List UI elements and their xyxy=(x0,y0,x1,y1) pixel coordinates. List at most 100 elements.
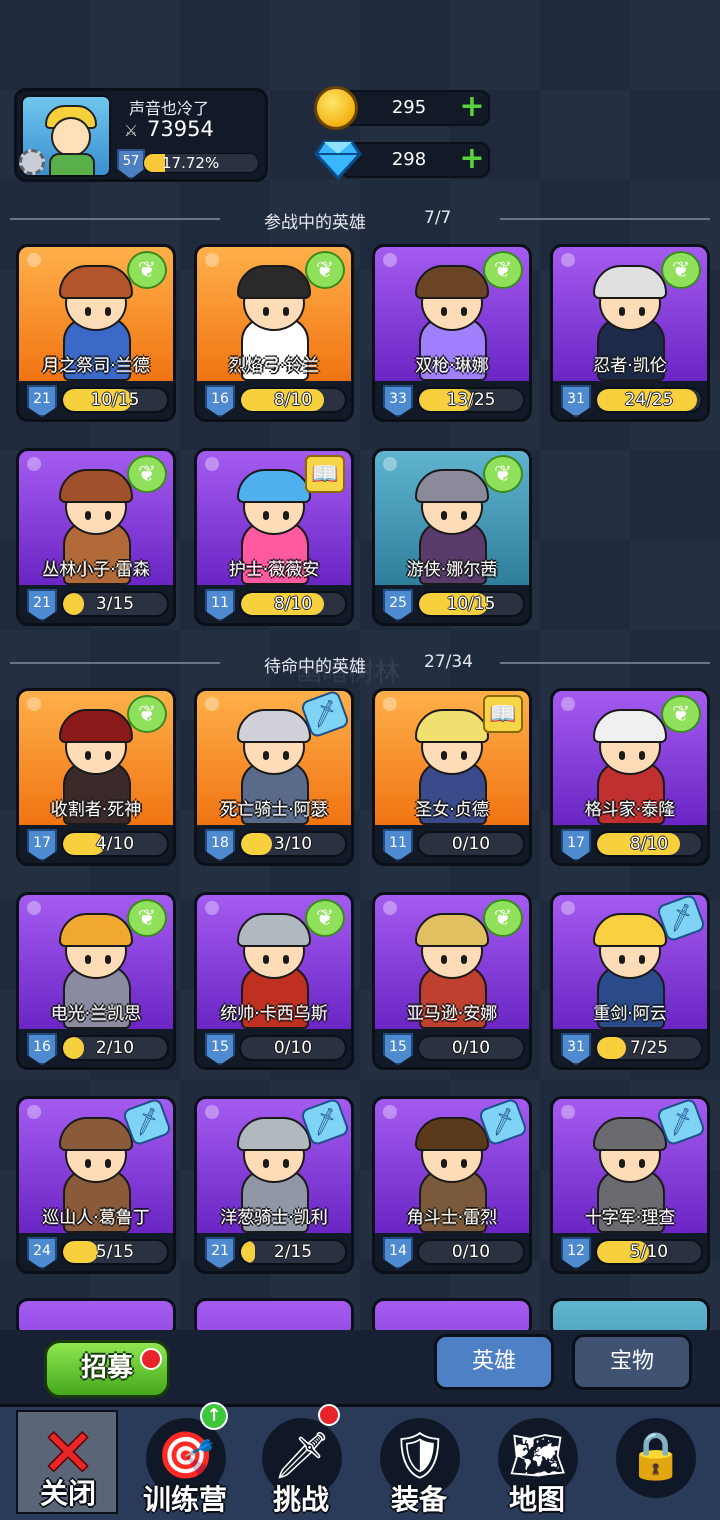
gold-amount: 295 xyxy=(391,97,427,118)
hero-name: 月之祭司·兰德 xyxy=(42,356,150,376)
hero-card[interactable]: 🗡 洋葱骑士·凯利 21 2/15 xyxy=(194,1096,354,1274)
hero-name: 丛林小子·雷森 xyxy=(42,560,150,580)
hero-level-badge: 18 xyxy=(205,829,235,861)
leaf-class-icon: ❦ xyxy=(305,251,345,289)
hero-level-badge: 21 xyxy=(27,385,57,417)
nav-close[interactable]: ✕ 关闭 xyxy=(16,1410,118,1514)
settings-gear-icon[interactable] xyxy=(19,149,45,175)
swords-icon: ⚔ xyxy=(123,121,139,140)
nav-locked[interactable]: 🔒 xyxy=(600,1410,710,1520)
hero-shard-count: 7/25 xyxy=(629,1038,669,1058)
hero-shard-count: 0/10 xyxy=(273,1038,313,1058)
hero-card[interactable]: 🗡 十字军·理查 12 5/10 xyxy=(550,1096,710,1274)
hero-name: 亚马逊·安娜 xyxy=(406,1004,498,1024)
add-gold-button[interactable]: + xyxy=(458,92,486,122)
nav-map-label: 地图 xyxy=(508,1483,565,1516)
hero-shard-progress: 8/10 xyxy=(239,591,347,617)
hero-shard-count: 0/10 xyxy=(451,1038,491,1058)
hero-shard-count: 4/10 xyxy=(95,834,135,854)
hero-level-badge: 16 xyxy=(27,1033,57,1065)
tab-treasure[interactable]: 宝物 xyxy=(572,1334,692,1390)
hero-level-badge: 15 xyxy=(205,1033,235,1065)
tab-heroes[interactable]: 英雄 xyxy=(434,1334,554,1390)
leaf-class-icon: ❦ xyxy=(305,899,345,937)
hero-level-badge: 31 xyxy=(561,1033,591,1065)
hero-level-badge: 21 xyxy=(205,1237,235,1269)
reserve-heroes-count: 27/34 xyxy=(424,652,473,672)
nav-map[interactable]: 🗺 地图 xyxy=(482,1410,592,1520)
hero-card[interactable]: ❦ 烈焰弓·铃兰 16 8/10 xyxy=(194,244,354,422)
upgrade-arrow-icon: ↑ xyxy=(200,1402,228,1430)
hero-shard-count: 0/10 xyxy=(451,834,491,854)
active-heroes-count: 7/7 xyxy=(424,208,452,228)
hero-shard-progress: 8/10 xyxy=(595,831,703,857)
hero-level-badge: 25 xyxy=(383,589,413,621)
hero-shard-count: 10/15 xyxy=(90,390,140,410)
hero-shard-progress: 5/10 xyxy=(595,1239,703,1265)
hero-card[interactable]: ❦ 统帅·卡西乌斯 15 0/10 xyxy=(194,892,354,1070)
leaf-class-icon: ❦ xyxy=(483,899,523,937)
hero-card[interactable]: ❦ 月之祭司·兰德 21 10/15 xyxy=(16,244,176,422)
nav-challenge-label: 挑战 xyxy=(272,1483,329,1516)
hero-level-badge: 21 xyxy=(27,589,57,621)
hero-card[interactable]: 📖 圣女·贞德 11 0/10 xyxy=(372,688,532,866)
leaf-class-icon: ❦ xyxy=(127,695,167,733)
area-watermark: 幽暗树林 xyxy=(296,658,401,688)
hero-name: 收割者·死神 xyxy=(50,800,142,820)
hero-shard-progress: 0/10 xyxy=(417,1035,525,1061)
gem-amount: 298 xyxy=(391,149,427,170)
hero-level-badge: 12 xyxy=(561,1237,591,1269)
hero-card[interactable]: 🗡 重剑·阿云 31 7/25 xyxy=(550,892,710,1070)
hero-name: 格斗家·泰隆 xyxy=(584,800,676,820)
hero-card[interactable]: 🗡 死亡骑士·阿瑟 18 3/10 xyxy=(194,688,354,866)
hero-level-badge: 15 xyxy=(383,1033,413,1065)
hero-card[interactable]: ❦ 格斗家·泰隆 17 8/10 xyxy=(550,688,710,866)
hero-shard-progress: 0/10 xyxy=(239,1035,347,1061)
hero-card[interactable]: ❦ 丛林小子·雷森 21 3/15 xyxy=(16,448,176,626)
nav-equipment[interactable]: 🛡 装备 xyxy=(364,1410,474,1520)
player-profile[interactable]: 声音也冷了 ⚔ 73954 57 17.72% xyxy=(14,88,268,182)
hero-card[interactable]: 🗡 角斗士·雷烈 14 0/10 xyxy=(372,1096,532,1274)
hero-name: 死亡骑士·阿瑟 xyxy=(220,800,328,820)
hero-name: 重剑·阿云 xyxy=(593,1004,667,1024)
hero-level-badge: 14 xyxy=(383,1237,413,1269)
hero-shard-progress: 7/25 xyxy=(595,1035,703,1061)
hero-card[interactable]: 🗡 巡山人·葛鲁丁 24 5/15 xyxy=(16,1096,176,1274)
hero-card[interactable]: ❦ 游侠·娜尔茜 25 10/15 xyxy=(372,448,532,626)
hero-level-badge: 31 xyxy=(561,385,591,417)
active-heroes-title: 参战中的英雄 xyxy=(264,213,366,233)
hero-name: 烈焰弓·铃兰 xyxy=(228,356,320,376)
hero-shard-progress: 0/10 xyxy=(417,831,525,857)
hero-shard-count: 2/10 xyxy=(95,1038,135,1058)
nav-training-camp[interactable]: 🎯 训练营 xyxy=(130,1410,240,1520)
hero-name: 洋葱骑士·凯利 xyxy=(220,1208,328,1228)
gold-counter: 295 + xyxy=(314,86,492,130)
hero-card[interactable]: ❦ 亚马逊·安娜 15 0/10 xyxy=(372,892,532,1070)
hero-shard-progress: 5/15 xyxy=(61,1239,169,1265)
hero-level-badge: 33 xyxy=(383,385,413,417)
hero-card[interactable]: 📖 护士·薇薇安 11 8/10 xyxy=(194,448,354,626)
hero-shard-count: 5/10 xyxy=(629,1242,669,1262)
hero-card[interactable]: ❦ 双枪·琳娜 33 13/25 xyxy=(372,244,532,422)
hero-shard-count: 10/15 xyxy=(446,594,496,614)
add-gems-button[interactable]: + xyxy=(458,144,486,174)
hero-shard-count: 13/25 xyxy=(446,390,496,410)
hero-card[interactable]: ❦ 收割者·死神 17 4/10 xyxy=(16,688,176,866)
hero-name: 统帅·卡西乌斯 xyxy=(220,1004,328,1024)
hero-name: 护士·薇薇安 xyxy=(228,560,320,580)
hero-shard-progress: 13/25 xyxy=(417,387,525,413)
nav-challenge[interactable]: 🗡 挑战 xyxy=(246,1410,356,1520)
recruit-notification-dot xyxy=(140,1348,162,1370)
xp-percent: 17.72% xyxy=(162,154,220,172)
hero-name: 游侠·娜尔茜 xyxy=(406,560,498,580)
hero-card[interactable]: ❦ 电光·兰凯思 16 2/10 xyxy=(16,892,176,1070)
combat-power: 73954 xyxy=(147,117,214,141)
player-name: 声音也冷了 xyxy=(129,99,210,118)
leaf-class-icon: ❦ xyxy=(127,455,167,493)
leaf-class-icon: ❦ xyxy=(483,455,523,493)
hero-card[interactable]: ❦ 忍者·凯伦 31 24/25 xyxy=(550,244,710,422)
hero-shard-count: 8/10 xyxy=(629,834,669,854)
hero-level-badge: 11 xyxy=(205,589,235,621)
hero-shard-count: 8/10 xyxy=(273,390,313,410)
hero-shard-progress: 2/10 xyxy=(61,1035,169,1061)
